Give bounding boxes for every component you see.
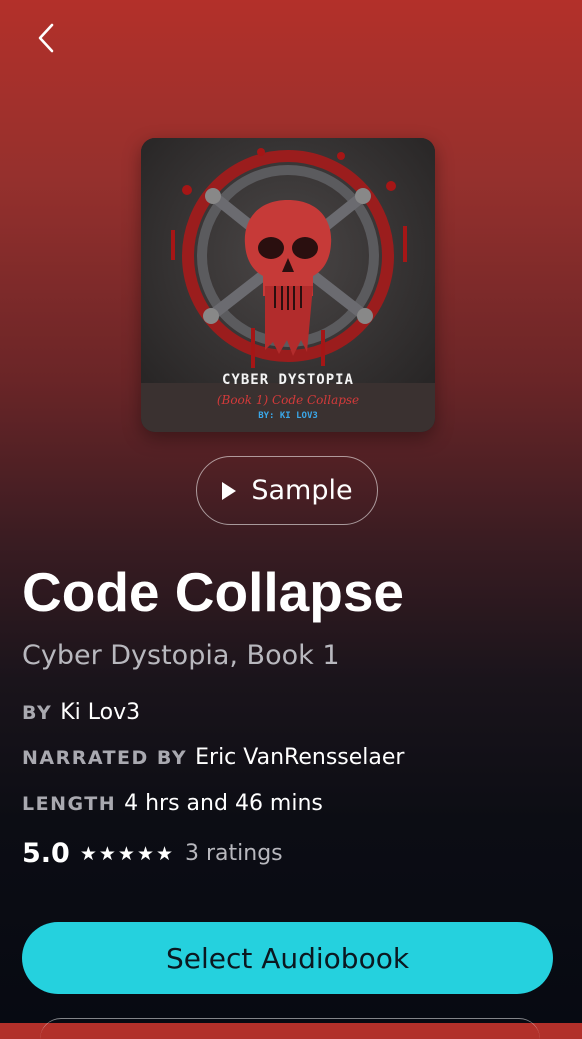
narrator-label: NARRATED BY bbox=[22, 747, 188, 769]
cover-author: BY: KI LOV3 bbox=[258, 411, 318, 421]
ratings-count: 3 ratings bbox=[185, 841, 283, 866]
rating-value: 5.0 bbox=[22, 838, 70, 869]
sample-button[interactable]: Sample bbox=[196, 456, 378, 525]
series-link[interactable]: Cyber Dystopia, Book 1 bbox=[22, 640, 340, 671]
length-label: LENGTH bbox=[22, 793, 117, 815]
rating-row[interactable]: 5.0 ★★★★★ 3 ratings bbox=[22, 838, 283, 869]
author-link[interactable]: Ki Lov3 bbox=[60, 700, 140, 725]
narrator-row: NARRATED BY Eric VanRensselaer bbox=[22, 745, 404, 770]
author-row: BY Ki Lov3 bbox=[22, 700, 140, 725]
narrator-link[interactable]: Eric VanRensselaer bbox=[195, 745, 404, 770]
book-title: Code Collapse bbox=[22, 561, 405, 623]
length-value: 4 hrs and 46 mins bbox=[124, 791, 323, 816]
select-audiobook-label: Select Audiobook bbox=[165, 941, 410, 975]
cover-title: CYBER DYSTOPIA bbox=[221, 372, 354, 388]
chevron-left-icon bbox=[38, 23, 54, 53]
secondary-button-edge[interactable] bbox=[40, 1018, 540, 1039]
length-row: LENGTH 4 hrs and 46 mins bbox=[22, 791, 323, 816]
author-label: BY bbox=[22, 702, 53, 724]
select-audiobook-button[interactable]: Select Audiobook bbox=[22, 922, 553, 994]
star-rating-icon: ★★★★★ bbox=[79, 842, 176, 865]
back-button[interactable] bbox=[26, 18, 66, 58]
sample-label: Sample bbox=[251, 475, 353, 506]
cover-subtitle: (Book 1) Code Collapse bbox=[216, 393, 360, 407]
book-cover: CYBER DYSTOPIA (Book 1) Code Collapse BY… bbox=[141, 138, 435, 432]
play-icon bbox=[222, 481, 237, 500]
